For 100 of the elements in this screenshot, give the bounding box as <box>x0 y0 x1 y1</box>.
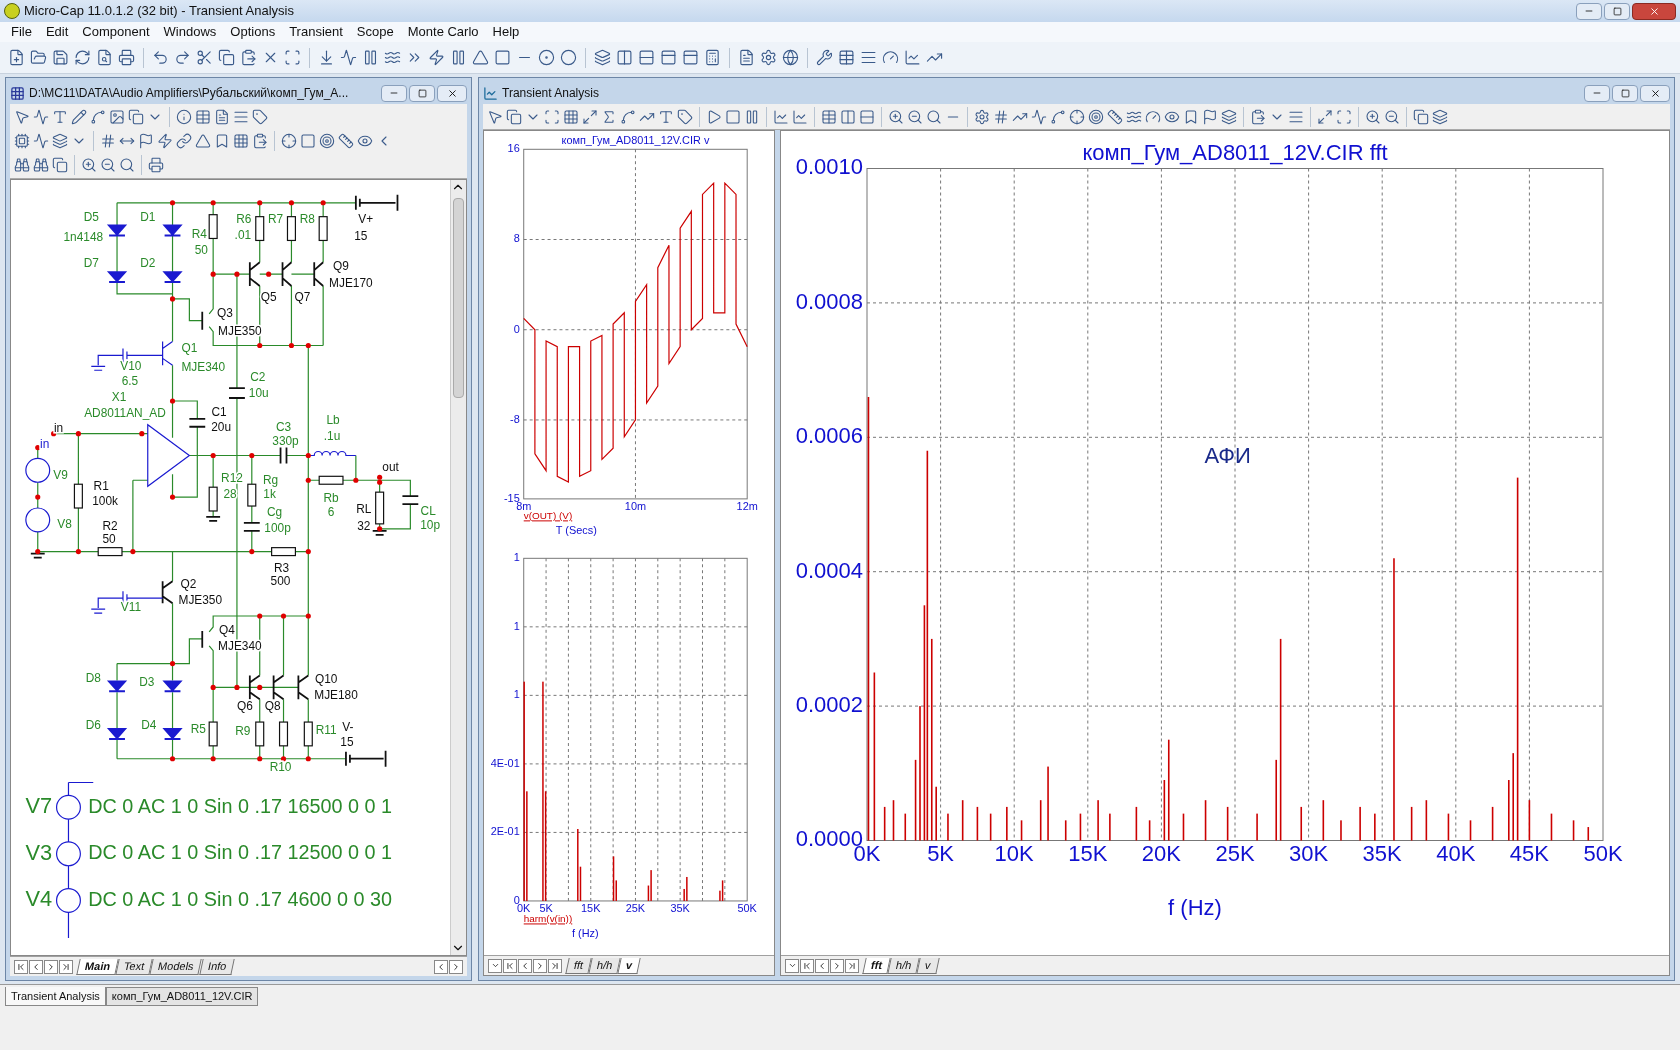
axis-tick-label: 40K <box>1436 841 1476 867</box>
component-label: V+ <box>358 211 374 226</box>
sheet-tab[interactable]: v <box>617 957 642 974</box>
component-label: R4 <box>191 226 207 241</box>
sheet-tab[interactable]: v <box>916 957 940 974</box>
axis-tick-label: 5K <box>927 841 955 867</box>
menu-item[interactable]: Help <box>485 22 527 42</box>
component-label: Q10 <box>314 671 338 686</box>
component-label: in <box>53 420 64 435</box>
component-label: Q6 <box>236 699 253 714</box>
component-label: Q9 <box>333 259 349 274</box>
component-label: D4 <box>141 718 157 733</box>
sheet-tab[interactable]: h/h <box>588 957 621 974</box>
axis-tick-label: 10K <box>994 841 1034 867</box>
axis-title: f (Hz) <box>571 926 599 939</box>
component-label: 10u <box>248 386 269 401</box>
component-label: MJE350 <box>178 593 223 608</box>
component-label: R2 <box>102 519 118 533</box>
component-label: out <box>382 459 399 474</box>
window-title: D:\MC11\DATA\Audio Amplifiers\Рубальский\комп_Гум_А... <box>29 85 350 102</box>
source-name: V3 <box>25 839 53 865</box>
component-label: 15 <box>354 228 368 243</box>
component-label: V11 <box>120 600 142 615</box>
axis-tick-label: 45K <box>1509 841 1549 867</box>
component-label: Q7 <box>294 290 311 305</box>
menu-item[interactable]: Windows <box>156 22 224 42</box>
axis-tick-label: 1 <box>513 619 520 632</box>
component-label: V- <box>342 720 354 735</box>
source-name: V4 <box>25 886 53 912</box>
sheet-tab[interactable]: Models <box>149 958 203 975</box>
menu-item[interactable]: Monte Carlo <box>400 22 486 42</box>
document-tab[interactable]: Transient Analysis <box>5 987 106 1006</box>
menu-item[interactable]: Edit <box>38 22 76 42</box>
axis-tick-label: 15K <box>581 901 601 914</box>
component-label: R1 <box>93 479 109 494</box>
component-label: C2 <box>250 370 266 385</box>
sheet-tab[interactable]: fft <box>565 957 592 974</box>
menu-item[interactable]: Scope <box>349 22 401 42</box>
component-label: D1 <box>140 209 156 224</box>
component-label: V10 <box>120 359 142 374</box>
component-label: 50 <box>194 243 208 258</box>
legend-label: harm(v(in)) <box>523 913 573 925</box>
component-label: Q3 <box>217 305 233 320</box>
menu-item[interactable]: File <box>4 22 39 42</box>
axis-tick-label: 25K <box>1215 841 1255 867</box>
component-label: MJE340 <box>181 360 226 375</box>
component-label: 50 <box>102 531 116 546</box>
sheet-tab[interactable]: Info <box>199 958 235 975</box>
axis-tick-label: 50K <box>737 901 757 914</box>
component-label: X1 <box>111 390 127 405</box>
axis-tick-label: 20K <box>1141 841 1181 867</box>
component-label: 500 <box>270 574 291 589</box>
axis-tick-label: 0.0008 <box>795 288 863 314</box>
axis-tick-label: 10m <box>624 499 647 512</box>
source-name: V7 <box>25 793 53 819</box>
axis-tick-label: 4E-01 <box>490 756 520 769</box>
legend-label: v(OUT) (V) <box>523 510 573 522</box>
component-label: Q2 <box>180 577 197 592</box>
axis-title: T (Secs) <box>555 523 597 536</box>
axis-tick-label: 1 <box>513 551 520 564</box>
axis-tick-label: 50K <box>1583 841 1623 867</box>
source-parameters: DC 0 AC 1 0 Sin 0 .17 4600 0 0 30 <box>88 887 393 910</box>
sheet-tab[interactable]: Main <box>76 958 119 975</box>
component-label: Cg <box>267 505 283 520</box>
axis-tick-label: -8 <box>510 412 520 425</box>
sheet-tab[interactable]: h/h <box>887 957 920 974</box>
sheet-tab[interactable]: Text <box>115 958 153 975</box>
component-label: 15 <box>340 735 354 749</box>
window-title: Micro-Cap 11.0.1.2 (32 bit) - Transient Analysis <box>24 2 295 21</box>
component-label: D6 <box>85 718 101 733</box>
menu-item[interactable]: Transient <box>282 22 350 42</box>
component-label: D3 <box>139 674 155 689</box>
component-label: V9 <box>53 468 68 483</box>
component-label: Q4 <box>219 623 235 638</box>
chart-title: комп_Гум_AD8011_12V.CIR fft <box>1082 140 1388 166</box>
component-label: 6 <box>327 505 335 520</box>
axis-tick-label: 0.0010 <box>795 154 863 180</box>
menu-item[interactable]: Component <box>75 22 157 42</box>
axis-tick-label: 35K <box>1362 841 1402 867</box>
component-label: MJE170 <box>329 276 373 291</box>
menu-item[interactable]: Options <box>223 22 283 42</box>
component-label: MJE180 <box>314 688 358 703</box>
component-label: Q8 <box>264 699 281 714</box>
axis-tick-label: 2E-01 <box>490 825 520 838</box>
component-label: R10 <box>269 759 292 774</box>
window-title: Transient Analysis <box>502 85 600 102</box>
component-label: C1 <box>211 405 227 419</box>
chart-title: комп_Гум_AD8011_12V.CIR v <box>561 134 710 147</box>
component-label: in <box>40 436 50 451</box>
axis-tick-label: 1 <box>513 688 520 701</box>
component-label: V8 <box>57 517 72 531</box>
component-label: D5 <box>83 209 99 224</box>
axis-tick-label: 0.0002 <box>795 691 863 717</box>
component-label: 20u <box>211 419 231 434</box>
document-tab[interactable]: комп_Гум_AD8011_12V.CIR <box>105 987 259 1006</box>
component-label: R7 <box>268 211 284 226</box>
component-label: 1k <box>263 487 276 502</box>
axis-tick-label: 0 <box>513 322 520 335</box>
sheet-tab[interactable]: fft <box>862 957 891 974</box>
component-label: Q5 <box>260 290 277 305</box>
